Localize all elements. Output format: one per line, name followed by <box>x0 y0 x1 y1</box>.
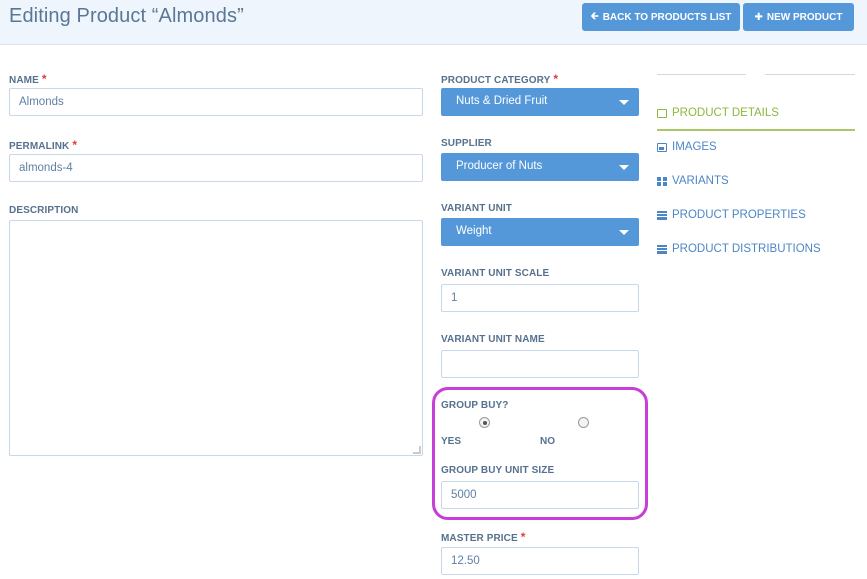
sidebar-divider <box>765 74 855 75</box>
chevron-down-icon <box>619 230 629 235</box>
back-to-products-button[interactable]: 🡰 BACK TO PRODUCTS LIST <box>582 3 740 31</box>
chevron-down-icon <box>619 165 629 170</box>
sidebar-item-product-distributions[interactable]: PRODUCT DISTRIBUTIONS <box>657 243 821 255</box>
grid-icon <box>657 176 667 186</box>
sidebar-item-product-details[interactable]: PRODUCT DETAILS <box>657 107 779 119</box>
supplier-label: SUPPLIER <box>441 138 492 149</box>
page-title: Editing Product “Almonds” <box>9 5 244 27</box>
variant-unit-scale-input[interactable]: 1 <box>441 284 639 312</box>
group-buy-no-radio[interactable] <box>578 417 589 428</box>
list-icon <box>657 210 667 220</box>
product-category-label-text: PRODUCT CATEGORY <box>441 75 551 86</box>
sidebar-item-product-properties[interactable]: PRODUCT PROPERTIES <box>657 209 806 221</box>
product-category-value: Nuts & Dried Fruit <box>456 95 548 107</box>
permalink-label: PERMALINK * <box>9 138 77 152</box>
arrow-left-icon: 🡰 <box>590 10 599 22</box>
image-icon <box>657 142 667 152</box>
required-mark: * <box>72 138 78 152</box>
description-textarea[interactable] <box>9 220 423 456</box>
product-category-label: PRODUCT CATEGORY * <box>441 72 558 86</box>
required-mark: * <box>520 530 526 544</box>
name-label-text: NAME <box>9 75 39 86</box>
sidebar-item-label: PRODUCT DISTRIBUTIONS <box>672 243 821 255</box>
edit-icon <box>657 108 667 118</box>
variant-unit-scale-label: VARIANT UNIT SCALE <box>441 268 550 279</box>
sidebar-divider <box>657 74 746 75</box>
resize-grip-icon[interactable] <box>413 446 421 454</box>
sidebar-item-label: PRODUCT DETAILS <box>672 107 779 119</box>
active-indicator <box>657 129 855 131</box>
required-mark: * <box>41 72 47 86</box>
master-price-input[interactable]: 12.50 <box>441 547 639 575</box>
master-price-label: MASTER PRICE * <box>441 530 526 544</box>
permalink-label-text: PERMALINK <box>9 141 70 152</box>
chevron-down-icon <box>619 100 629 105</box>
group-buy-unit-size-input[interactable]: 5000 <box>441 481 639 509</box>
permalink-input[interactable]: almonds-4 <box>9 154 423 182</box>
product-category-select[interactable]: Nuts & Dried Fruit <box>441 88 639 116</box>
required-mark: * <box>553 72 559 86</box>
group-buy-yes-radio[interactable] <box>479 417 490 428</box>
plus-icon: ✚ <box>754 11 763 23</box>
page-header: Editing Product “Almonds” 🡰 BACK TO PROD… <box>0 0 867 45</box>
variant-unit-name-input[interactable] <box>441 350 639 378</box>
sidebar-item-images[interactable]: IMAGES <box>657 141 717 153</box>
sidebar-item-label: VARIANTS <box>672 175 729 187</box>
variant-unit-value: Weight <box>456 225 492 237</box>
variant-unit-name-label: VARIANT UNIT NAME <box>441 334 545 345</box>
name-label: NAME * <box>9 72 47 86</box>
list-icon <box>657 244 667 254</box>
radio-selected-dot <box>482 420 487 425</box>
description-label: DESCRIPTION <box>9 205 79 216</box>
sidebar-item-label: PRODUCT PROPERTIES <box>672 209 806 221</box>
back-button-label: BACK TO PRODUCTS LIST <box>602 11 732 23</box>
new-product-label: NEW PRODUCT <box>766 11 843 23</box>
group-buy-unit-size-label: GROUP BUY UNIT SIZE <box>441 465 555 476</box>
sidebar-item-label: IMAGES <box>672 141 717 153</box>
sidebar-item-variants[interactable]: VARIANTS <box>657 175 729 187</box>
new-product-button[interactable]: ✚ NEW PRODUCT <box>743 3 854 31</box>
variant-unit-label: VARIANT UNIT <box>441 203 513 214</box>
supplier-value: Producer of Nuts <box>456 160 543 172</box>
group-buy-label: GROUP BUY? <box>441 400 509 411</box>
group-buy-yes-label: YES <box>441 436 462 447</box>
master-price-label-text: MASTER PRICE <box>441 533 518 544</box>
name-input[interactable]: Almonds <box>9 88 423 116</box>
group-buy-no-label: NO <box>540 436 555 447</box>
supplier-select[interactable]: Producer of Nuts <box>441 153 639 181</box>
variant-unit-select[interactable]: Weight <box>441 218 639 246</box>
